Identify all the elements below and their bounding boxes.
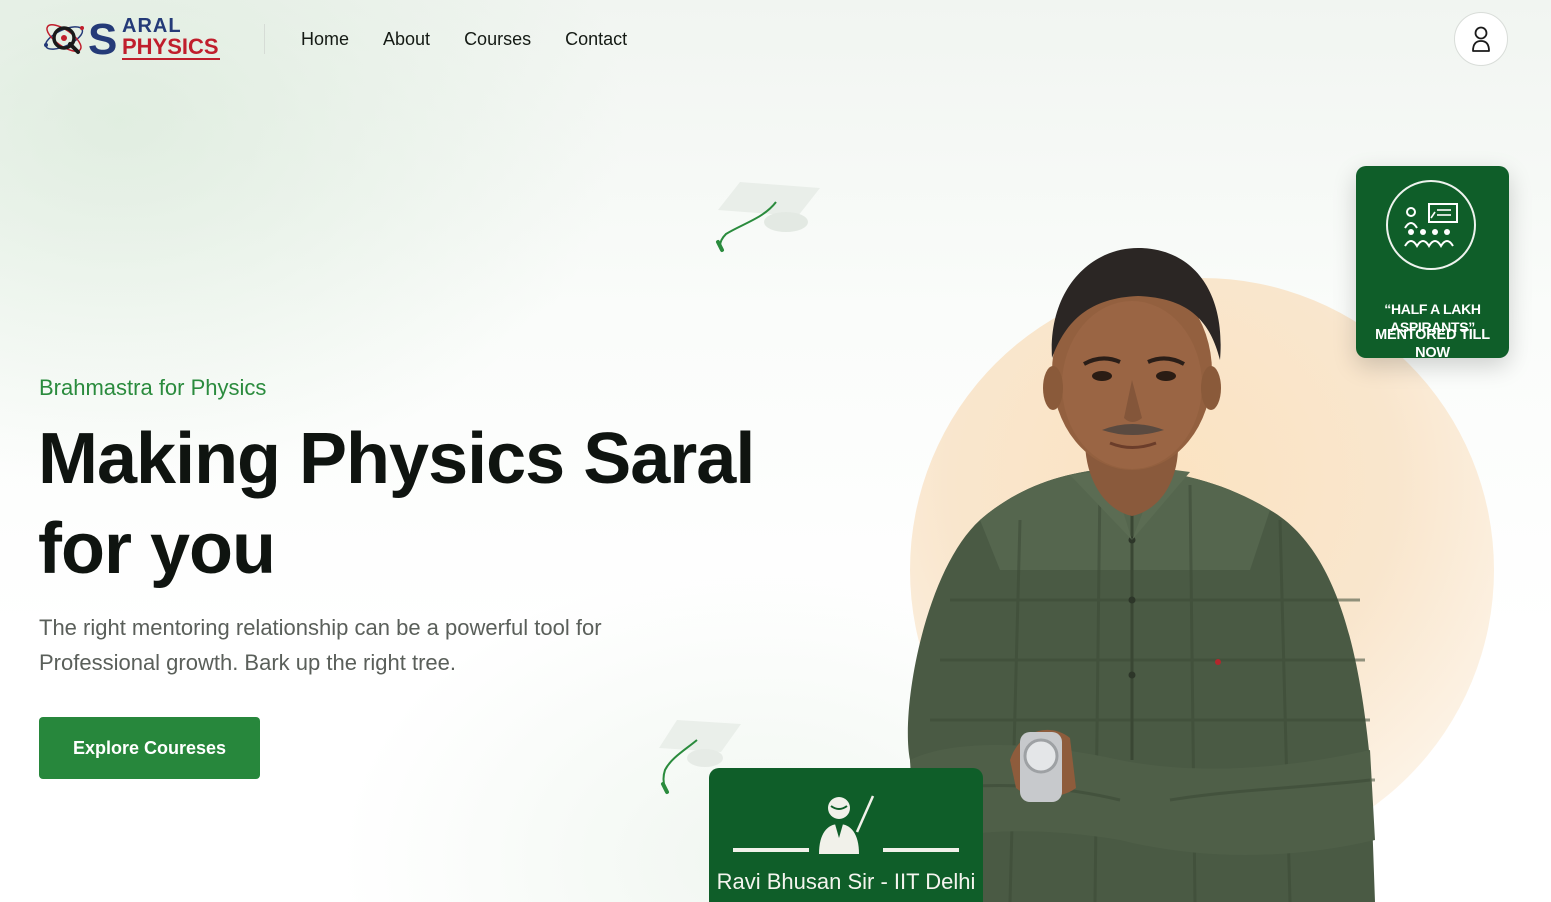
hero-description-line-2: Professional growth. Bark up the right t… — [39, 650, 456, 675]
stat-ring — [1386, 180, 1476, 270]
mentored-stat-card: “HALF A LAKH ASPIRANTS” MENTORED TILL NO… — [1356, 166, 1509, 361]
nav-divider — [264, 24, 265, 54]
atom-logo-icon: S — [44, 15, 117, 64]
logo-underline — [122, 58, 220, 60]
logo-text-top: ARAL — [122, 15, 182, 37]
mentor-name: Ravi Bhusan Sir - IIT Delhi — [716, 869, 976, 894]
hero-title-line-2: for you — [38, 509, 276, 589]
hero-title-line-1: Making Physics Saral — [38, 419, 755, 499]
user-icon — [1472, 26, 1490, 52]
hero-title: Making Physics Saral for you — [38, 414, 798, 594]
user-account-button[interactable] — [1454, 12, 1508, 66]
name-card-rule-right — [883, 848, 959, 852]
site-logo[interactable]: S ARAL PHYSICS — [40, 14, 225, 64]
logo-letter: S — [88, 15, 117, 64]
main-nav: Home About Courses Contact — [301, 28, 661, 50]
graduation-cap-icon — [716, 182, 820, 252]
classroom-icon — [1404, 203, 1458, 248]
nav-home[interactable]: Home — [301, 28, 349, 50]
nav-courses[interactable]: Courses — [464, 28, 531, 50]
name-card-rule-left — [733, 848, 809, 852]
explore-courses-button[interactable]: Explore Coureses — [39, 717, 260, 779]
mentor-name-card: Ravi Bhusan Sir - IIT Delhi — [709, 768, 983, 902]
teacher-icon — [819, 795, 875, 854]
hero-description: The right mentoring relationship can be … — [39, 610, 659, 680]
nav-about[interactable]: About — [383, 28, 430, 50]
hero-eyebrow: Brahmastra for Physics — [39, 375, 267, 400]
logo-text-bottom: PHYSICS — [122, 34, 219, 59]
stat-subline: MENTORED TILL NOW — [1375, 327, 1490, 361]
site-header: S ARAL PHYSICS Home About Courses Contac… — [0, 0, 1551, 80]
hero-description-line-1: The right mentoring relationship can be … — [39, 615, 602, 640]
nav-contact[interactable]: Contact — [565, 28, 627, 50]
